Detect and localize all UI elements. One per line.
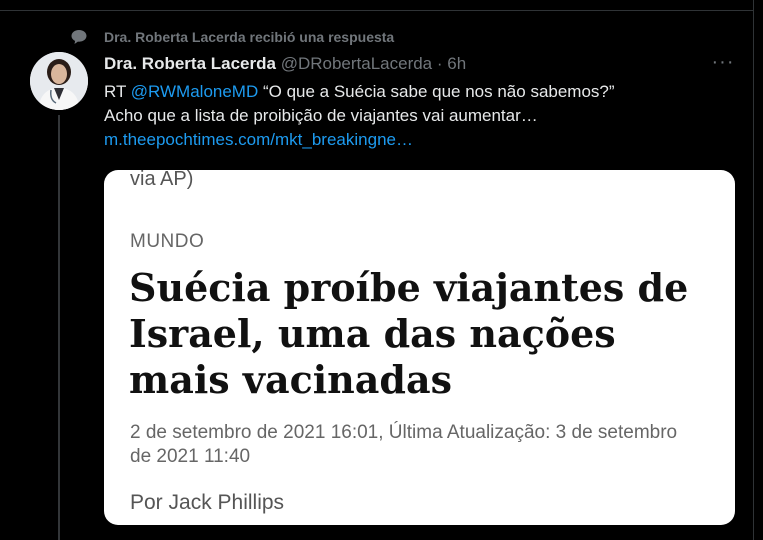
headline-line: mais vacinadas [129, 357, 452, 402]
mention-link[interactable]: @RWMaloneMD [131, 82, 258, 101]
card-section-label: MUNDO [130, 231, 205, 252]
rt-prefix: RT [104, 82, 131, 101]
tweet-timestamp[interactable]: 6h [447, 54, 466, 73]
card-headline: Suécia proíbe viajantes de Israel, uma d… [129, 265, 719, 403]
author-handle[interactable]: @DRobertaLacerda [281, 54, 432, 73]
timeline-right-border [753, 0, 754, 540]
article-url-link[interactable]: m.theepochtimes.com/mkt_breakingne… [104, 128, 724, 152]
tweet-body: RT @RWMaloneMD “O que a Suécia sabe que … [104, 80, 724, 152]
ellipsis-icon[interactable]: ··· [710, 52, 736, 75]
author-name[interactable]: Dra. Roberta Lacerda [104, 54, 276, 73]
card-byline: Por Jack Phillips [130, 491, 285, 514]
reply-context-text: Dra. Roberta Lacerda recibió una respues… [104, 29, 395, 45]
headline-line: Suécia proíbe viajantes de [129, 265, 689, 310]
tweet-header: Dra. Roberta Lacerda @DRobertaLacerda · … [104, 53, 466, 75]
card-via-text: via AP) [130, 170, 194, 190]
avatar-image [30, 52, 88, 110]
header-separator: · [436, 54, 443, 73]
speech-bubble-icon [71, 30, 87, 44]
timeline-top-border [0, 10, 754, 11]
tweet-line-1: RT @RWMaloneMD “O que a Suécia sabe que … [104, 80, 724, 104]
thread-line [58, 115, 60, 540]
quote-text: “O que a Suécia sabe que nos não sabemos… [258, 82, 615, 101]
tweet-line-2: Acho que a lista de proibição de viajant… [104, 106, 538, 125]
card-date: 2 de setembro de 2021 16:01, Última Atua… [130, 422, 678, 467]
article-image-card[interactable]: via AP) MUNDO Suécia proíbe viajantes de… [104, 170, 735, 525]
avatar[interactable] [30, 52, 88, 110]
headline-line: Israel, uma das nações [129, 311, 616, 356]
